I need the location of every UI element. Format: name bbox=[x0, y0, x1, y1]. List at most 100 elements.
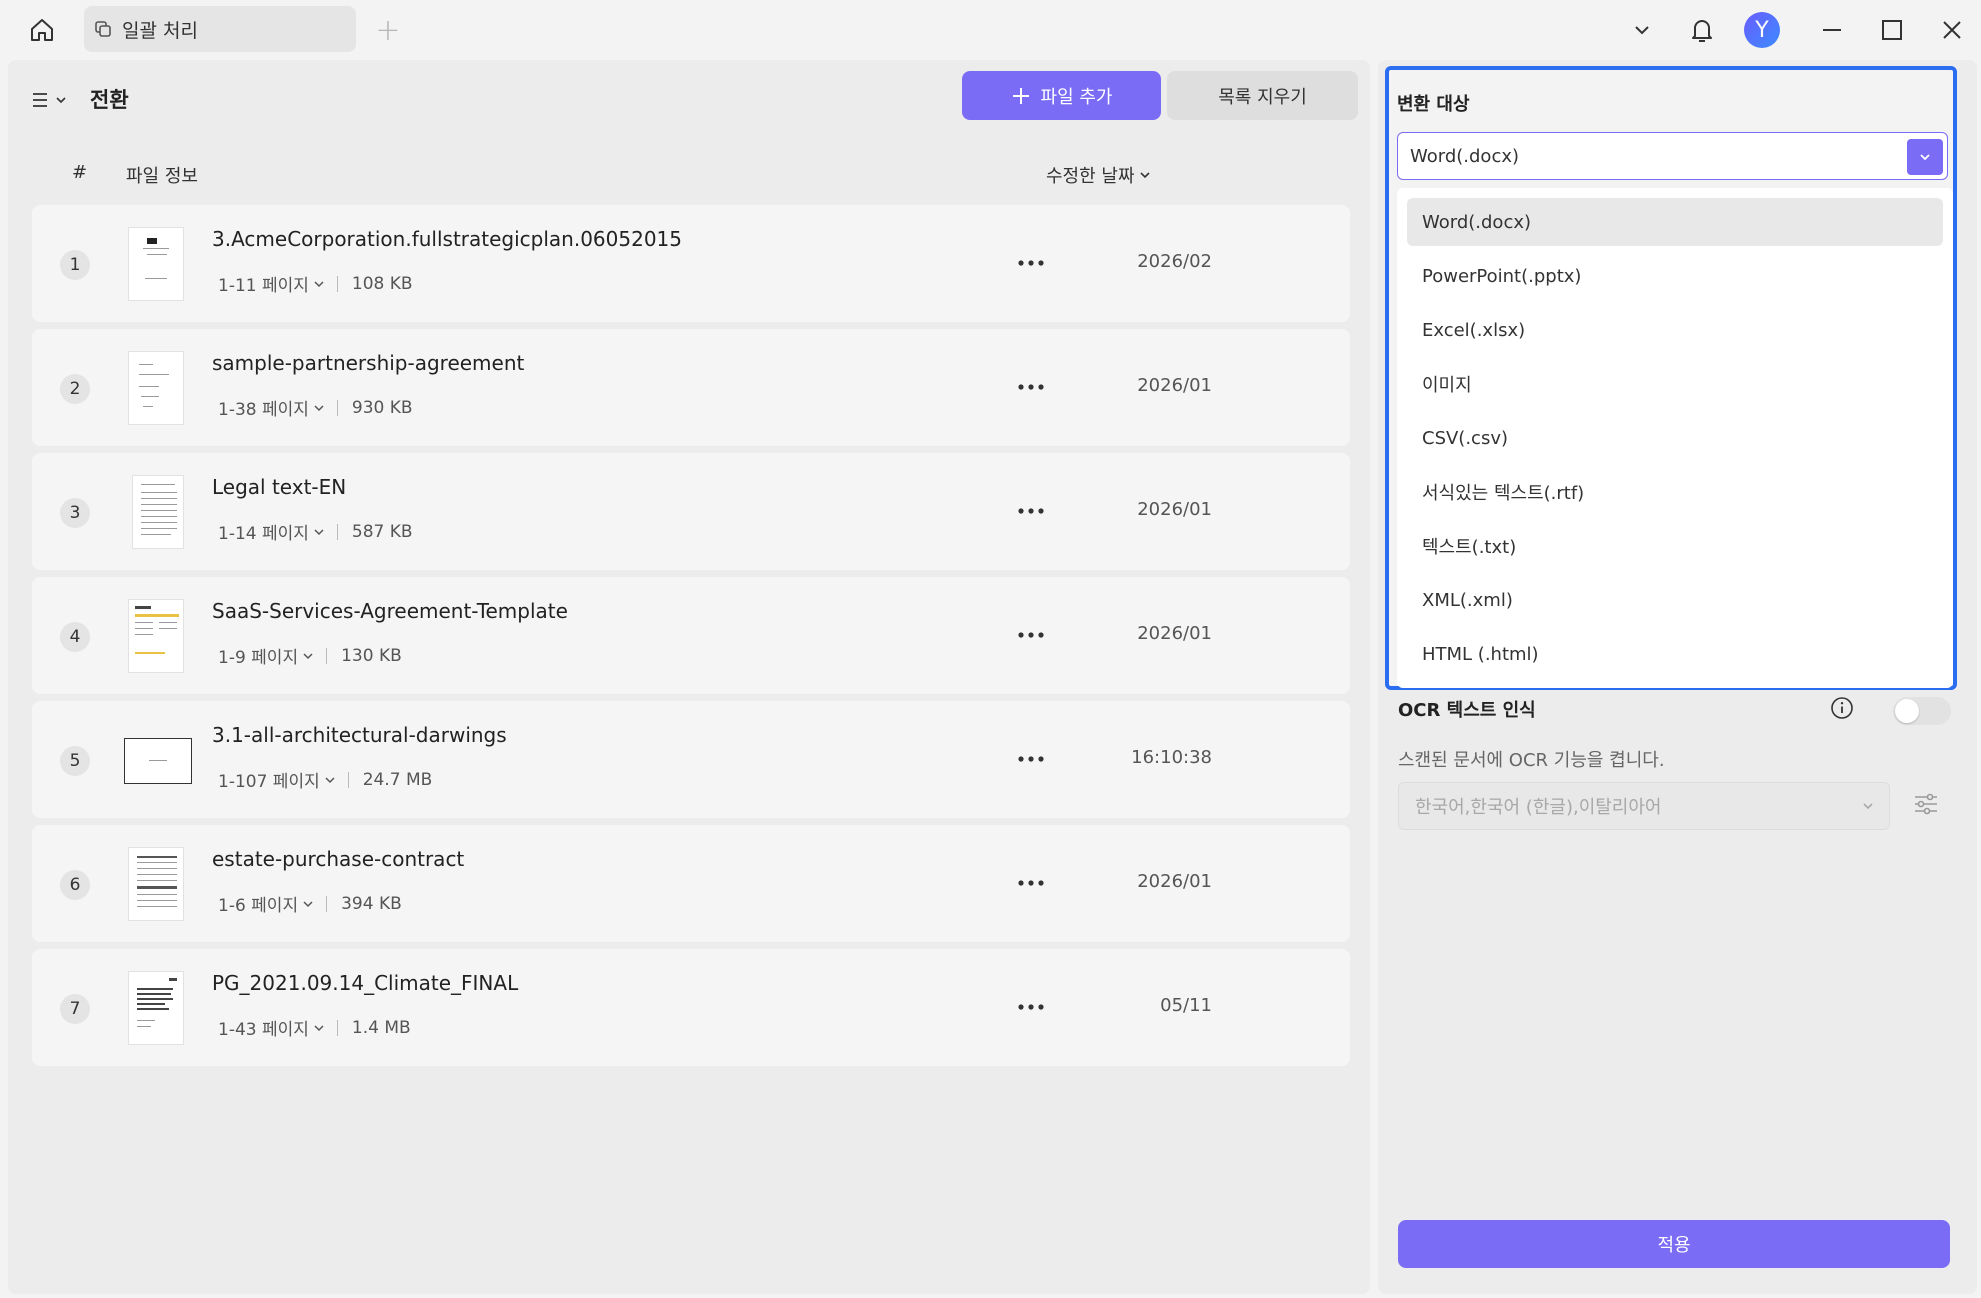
more-options-button[interactable] bbox=[1008, 493, 1054, 529]
file-date: 2026/02 bbox=[1137, 251, 1212, 272]
file-meta: 1-107 페이지 24.7 MB bbox=[218, 767, 432, 793]
minimize-button[interactable] bbox=[1810, 0, 1854, 60]
file-thumbnail bbox=[128, 971, 184, 1045]
more-horizontal-icon bbox=[1018, 756, 1044, 762]
file-thumbnail bbox=[128, 351, 184, 425]
file-date: 2026/01 bbox=[1137, 871, 1212, 892]
tab-batch-process[interactable]: 일괄 처리 bbox=[84, 6, 356, 52]
chevron-down-icon bbox=[314, 404, 324, 411]
page-range: 1-107 페이지 bbox=[218, 772, 320, 792]
chevron-down-icon bbox=[56, 97, 66, 104]
page-range-dropdown[interactable]: 1-6 페이지 bbox=[218, 891, 314, 916]
divider bbox=[326, 895, 328, 912]
ocr-language-select[interactable]: 한국어,한국어 (한글),이탈리아어 bbox=[1398, 782, 1890, 830]
more-horizontal-icon bbox=[1018, 260, 1044, 266]
format-option-image[interactable]: 이미지 bbox=[1407, 360, 1943, 408]
row-number: 7 bbox=[60, 994, 90, 1024]
tabs-dropdown-button[interactable] bbox=[1622, 0, 1662, 60]
menu-button[interactable] bbox=[30, 82, 68, 118]
avatar: Y bbox=[1744, 12, 1780, 48]
chevron-down-icon bbox=[314, 528, 324, 535]
column-header-file-info: 파일 정보 bbox=[126, 166, 198, 187]
file-date: 2026/01 bbox=[1137, 375, 1212, 396]
format-option-csv[interactable]: CSV(.csv) bbox=[1407, 414, 1943, 462]
more-options-button[interactable] bbox=[1008, 617, 1054, 653]
format-option-txt[interactable]: 텍스트(.txt) bbox=[1407, 522, 1943, 570]
page-range-dropdown[interactable]: 1-43 페이지 bbox=[218, 1015, 325, 1040]
apply-button[interactable]: 적용 bbox=[1398, 1220, 1950, 1268]
home-button[interactable] bbox=[24, 12, 60, 48]
file-row[interactable]: 7 PG_2021.09.14_Climate_FINAL 1-43 페이지 1… bbox=[32, 949, 1350, 1066]
more-options-button[interactable] bbox=[1008, 741, 1054, 777]
chevron-down-icon bbox=[303, 900, 313, 907]
more-options-button[interactable] bbox=[1008, 369, 1054, 405]
select-caret bbox=[1907, 139, 1943, 175]
convert-target-label: 변환 대상 bbox=[1397, 94, 1470, 115]
chevron-down-icon bbox=[1139, 172, 1150, 179]
divider bbox=[336, 523, 338, 540]
ocr-toggle[interactable] bbox=[1893, 697, 1951, 725]
format-option-xml[interactable]: XML(.xml) bbox=[1407, 576, 1943, 624]
divider bbox=[336, 399, 338, 416]
file-name: 3.1-all-architectural-darwings bbox=[212, 723, 507, 747]
page-range: 1-43 페이지 bbox=[218, 1020, 309, 1040]
format-option-rtf[interactable]: 서식있는 텍스트(.rtf) bbox=[1407, 468, 1943, 516]
format-option-excel[interactable]: Excel(.xlsx) bbox=[1407, 306, 1943, 354]
column-header-modified: 수정한 날짜 bbox=[1046, 166, 1135, 187]
avatar-letter: Y bbox=[1755, 17, 1769, 43]
file-row[interactable]: 2 sample-partnership-agreement 1-38 페이지 … bbox=[32, 329, 1350, 446]
file-size: 130 KB bbox=[341, 645, 402, 666]
file-row[interactable]: 4 SaaS-Services-Agreement-Template 1-9 페… bbox=[32, 577, 1350, 694]
row-number: 3 bbox=[60, 498, 90, 528]
chevron-down-icon bbox=[325, 776, 335, 783]
file-date: 2026/01 bbox=[1137, 623, 1212, 644]
file-size: 394 KB bbox=[341, 893, 402, 914]
clear-list-button[interactable]: 목록 지우기 bbox=[1167, 71, 1358, 120]
file-name: 3.AcmeCorporation.fullstrategicplan.0605… bbox=[212, 227, 682, 251]
title-bar: 일괄 처리 + Y bbox=[0, 0, 1981, 60]
file-name: SaaS-Services-Agreement-Template bbox=[212, 599, 568, 623]
file-thumbnail bbox=[124, 738, 192, 784]
page-range-dropdown[interactable]: 1-11 페이지 bbox=[218, 271, 325, 296]
ocr-settings-button[interactable] bbox=[1912, 790, 1940, 822]
new-tab-button[interactable]: + bbox=[372, 13, 404, 48]
file-thumbnail bbox=[128, 599, 184, 673]
column-header-modified-sort[interactable]: 수정한 날짜 bbox=[1046, 162, 1151, 188]
more-horizontal-icon bbox=[1018, 1004, 1044, 1010]
file-row[interactable]: 3 Legal text-EN 1-14 페이지 587 KB 2026/01 bbox=[32, 453, 1350, 570]
add-file-label: 파일 추가 bbox=[1040, 86, 1113, 108]
add-file-button[interactable]: 파일 추가 bbox=[962, 71, 1161, 120]
file-name: PG_2021.09.14_Climate_FINAL bbox=[212, 971, 519, 995]
tab-label: 일괄 처리 bbox=[122, 19, 198, 42]
more-horizontal-icon bbox=[1018, 384, 1044, 390]
format-option-word[interactable]: Word(.docx) bbox=[1407, 198, 1943, 246]
page-range-dropdown[interactable]: 1-38 페이지 bbox=[218, 395, 325, 420]
page-range-dropdown[interactable]: 1-9 페이지 bbox=[218, 643, 314, 668]
file-row[interactable]: 5 3.1-all-architectural-darwings 1-107 페… bbox=[32, 701, 1350, 818]
ocr-description: 스캔된 문서에 OCR 기능을 켭니다. bbox=[1398, 750, 1665, 771]
file-meta: 1-43 페이지 1.4 MB bbox=[218, 1015, 411, 1041]
page-range: 1-9 페이지 bbox=[218, 648, 299, 668]
maximize-button[interactable] bbox=[1870, 0, 1914, 60]
page-range: 1-11 페이지 bbox=[218, 276, 309, 296]
notifications-button[interactable] bbox=[1682, 0, 1722, 60]
format-option-html[interactable]: HTML (.html) bbox=[1407, 630, 1943, 678]
file-name: Legal text-EN bbox=[212, 475, 347, 499]
more-options-button[interactable] bbox=[1008, 865, 1054, 901]
file-row[interactable]: 6 estate-purchase-contract 1-6 페이지 394 K… bbox=[32, 825, 1350, 942]
page-range-dropdown[interactable]: 1-107 페이지 bbox=[218, 767, 336, 792]
sliders-icon bbox=[1915, 793, 1937, 815]
format-option-powerpoint[interactable]: PowerPoint(.pptx) bbox=[1407, 252, 1943, 300]
close-window-button[interactable] bbox=[1930, 0, 1974, 60]
user-avatar-button[interactable]: Y bbox=[1742, 0, 1782, 60]
file-row[interactable]: 1 3.AcmeCorporation.fullstrategicplan.06… bbox=[32, 205, 1350, 322]
home-icon bbox=[31, 19, 53, 41]
apply-label: 적용 bbox=[1657, 1235, 1691, 1256]
file-thumbnail bbox=[128, 227, 184, 301]
more-options-button[interactable] bbox=[1008, 989, 1054, 1025]
convert-format-select[interactable]: Word(.docx) bbox=[1397, 132, 1948, 180]
page-range-dropdown[interactable]: 1-14 페이지 bbox=[218, 519, 325, 544]
more-options-button[interactable] bbox=[1008, 245, 1054, 281]
minimize-icon bbox=[1823, 29, 1841, 31]
ocr-info-button[interactable] bbox=[1830, 696, 1854, 724]
